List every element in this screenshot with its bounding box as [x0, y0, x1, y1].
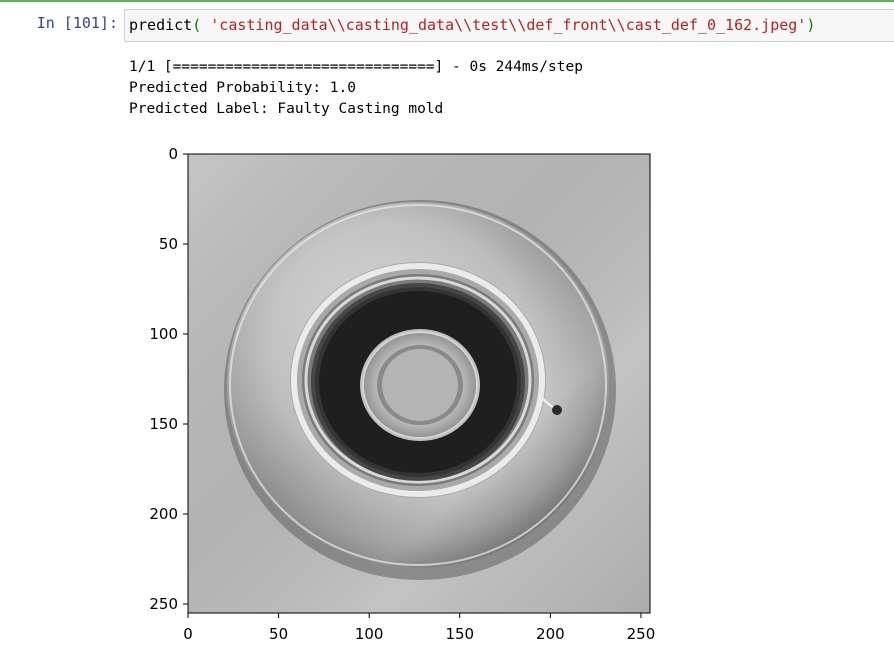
casting-image — [188, 154, 650, 613]
x-tick-label: 0 — [183, 625, 193, 643]
x-tick-label: 150 — [445, 625, 474, 643]
x-tick-label: 50 — [269, 625, 288, 643]
x-axis: 0 50 100 150 200 250 — [183, 613, 655, 643]
x-tick-label: 100 — [355, 625, 384, 643]
y-tick-label: 50 — [159, 235, 178, 253]
y-tick-label: 0 — [168, 145, 178, 163]
y-tick-label: 150 — [149, 415, 178, 433]
image-plot: 0 50 100 150 200 250 0 50 100 150 200 250 — [149, 145, 655, 643]
y-tick-label: 100 — [149, 325, 178, 343]
y-axis: 0 50 100 150 200 250 — [149, 145, 188, 613]
x-tick-label: 250 — [627, 625, 656, 643]
y-tick-label: 250 — [149, 595, 178, 613]
x-tick-label: 200 — [536, 625, 565, 643]
y-tick-label: 200 — [149, 505, 178, 523]
